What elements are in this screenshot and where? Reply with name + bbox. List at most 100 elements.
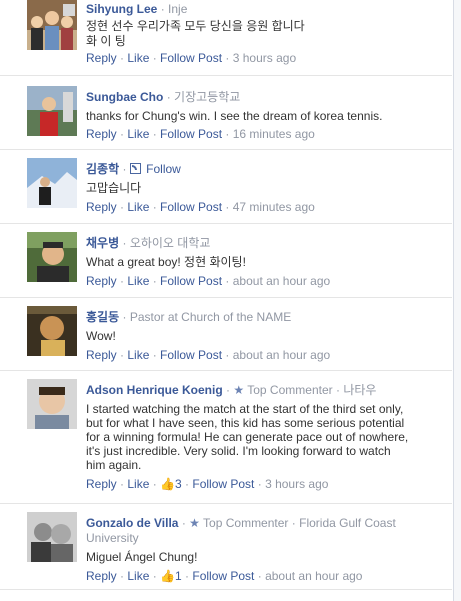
like-link[interactable]: Like: [127, 127, 149, 141]
author-affiliation[interactable]: 오하이오 대학교: [130, 236, 211, 250]
avatar[interactable]: [27, 0, 77, 50]
timestamp[interactable]: about an hour ago: [233, 348, 330, 362]
author-affiliation[interactable]: 기장고등학교: [174, 90, 240, 104]
comment-line: it's just incredible. Very solid. I'm lo…: [86, 444, 391, 458]
comment-line: 정현 선수 우리가족 모두 당신을 응원 합니다: [86, 19, 305, 33]
comment-actions: Reply · Like · Follow Post · about an ho…: [86, 348, 331, 362]
author-name[interactable]: Gonzalo de Villa: [86, 516, 178, 530]
separator: ·: [122, 162, 130, 176]
author-affiliation[interactable]: Pastor at Church of the NAME: [130, 310, 291, 324]
follow-post-link[interactable]: Follow Post: [160, 51, 222, 65]
comment-actions: Reply · Like · Follow Post · 16 minutes …: [86, 127, 315, 141]
comment-text: Wow!: [86, 329, 452, 344]
comment-item: 채우병 · 오하이오 대학교 What a great boy! 정현 화이팅!…: [0, 224, 452, 298]
reply-link[interactable]: Reply: [86, 348, 117, 362]
comment-line: for a winning formula! He can generate p…: [86, 430, 409, 444]
timestamp[interactable]: about an hour ago: [265, 569, 362, 583]
comment-actions: Reply · Like · Follow Post · about an ho…: [86, 274, 331, 288]
reply-link[interactable]: Reply: [86, 569, 117, 583]
comment-actions: Reply · Like · Follow Post · 3 hours ago: [86, 51, 297, 65]
timestamp[interactable]: 47 minutes ago: [233, 200, 315, 214]
follow-post-link[interactable]: Follow Post: [160, 127, 222, 141]
avatar[interactable]: [27, 86, 77, 136]
avatar[interactable]: [27, 232, 77, 282]
comment-text: 정현 선수 우리가족 모두 당신을 응원 합니다 화 이 팅: [86, 19, 452, 49]
comment-line: Wow!: [86, 329, 116, 343]
follow-post-link[interactable]: Follow Post: [160, 348, 222, 362]
comment-actions: Reply · Like · 👍3 · Follow Post · 3 hour…: [86, 477, 329, 491]
comment-text: What a great boy! 정현 화이팅!: [86, 255, 452, 270]
like-link[interactable]: Like: [127, 200, 149, 214]
separator: ·: [166, 90, 175, 104]
scrollbar-track[interactable]: [453, 0, 461, 601]
top-commenter-badge[interactable]: Top Commenter: [203, 516, 288, 530]
avatar[interactable]: [27, 306, 77, 356]
avatar[interactable]: [27, 379, 77, 429]
separator: ·: [160, 2, 169, 16]
timestamp[interactable]: 3 hours ago: [265, 477, 328, 491]
reply-link[interactable]: Reply: [86, 51, 117, 65]
follow-post-link[interactable]: Follow Post: [192, 477, 254, 491]
reply-link[interactable]: Reply: [86, 274, 117, 288]
author-affiliation[interactable]: Florida Gulf Coast: [299, 516, 396, 530]
thumbs-up-icon[interactable]: 👍: [160, 569, 175, 583]
comment-item: Sihyung Lee · Inje 정현 선수 우리가족 모두 당신을 응원 …: [0, 0, 452, 76]
reply-link[interactable]: Reply: [86, 127, 117, 141]
comment-item: 홍길동 · Pastor at Church of the NAME Wow! …: [0, 298, 452, 371]
star-icon: ★: [189, 516, 200, 530]
comment-text: thanks for Chung's win. I see the dream …: [86, 109, 452, 124]
top-commenter-badge[interactable]: Top Commenter: [247, 383, 332, 397]
author-name[interactable]: 채우병: [86, 236, 119, 250]
author-affiliation-cont[interactable]: University: [86, 531, 452, 546]
comment-line: 고맙습니다: [86, 181, 142, 195]
comment-line: 화 이 팅: [86, 34, 126, 48]
author-name[interactable]: Sihyung Lee: [86, 2, 157, 16]
comment-line: thanks for Chung's win. I see the dream …: [86, 109, 383, 123]
author-affiliation[interactable]: 나타우: [343, 383, 376, 397]
comment-line: but for what I have seen, this kid has s…: [86, 416, 405, 430]
comment-text: I started watching the match at the star…: [86, 402, 452, 472]
reply-link[interactable]: Reply: [86, 477, 117, 491]
separator: ·: [291, 516, 300, 530]
like-link[interactable]: Like: [127, 348, 149, 362]
author-name[interactable]: Adson Henrique Koenig: [86, 383, 223, 397]
timestamp[interactable]: about an hour ago: [233, 274, 330, 288]
comment-line: him again.: [86, 458, 142, 472]
follow-post-link[interactable]: Follow Post: [192, 569, 254, 583]
reply-link[interactable]: Reply: [86, 200, 117, 214]
author-name[interactable]: Sungbae Cho: [86, 90, 163, 104]
like-count[interactable]: 1: [175, 569, 182, 583]
like-link[interactable]: Like: [127, 274, 149, 288]
like-link[interactable]: Like: [127, 477, 149, 491]
like-link[interactable]: Like: [127, 569, 149, 583]
timestamp[interactable]: 16 minutes ago: [233, 127, 315, 141]
separator: ·: [122, 236, 130, 250]
like-count[interactable]: 3: [175, 477, 182, 491]
comment-text: Miguel Ángel Chung!: [86, 550, 452, 565]
comment-text: 고맙습니다: [86, 181, 452, 196]
comment-actions: Reply · Like · Follow Post · 47 minutes …: [86, 200, 315, 214]
avatar[interactable]: [27, 512, 77, 562]
timestamp[interactable]: 3 hours ago: [233, 51, 296, 65]
author-name[interactable]: 김종학: [86, 162, 119, 176]
comment-actions: Reply · Like · 👍1 · Follow Post · about …: [86, 569, 363, 583]
comment-item: Sungbae Cho · 기장고등학교 thanks for Chung's …: [0, 76, 452, 150]
separator: ·: [122, 310, 130, 324]
comment-item: Adson Henrique Koenig · ★ Top Commenter …: [0, 371, 452, 504]
author-affiliation[interactable]: Inje: [168, 2, 187, 16]
avatar[interactable]: [27, 158, 77, 208]
follow-link[interactable]: Follow: [146, 162, 181, 176]
comment-item: Gonzalo de Villa · ★ Top Commenter · Flo…: [0, 504, 452, 590]
comment-line: What a great boy! 정현 화이팅!: [86, 255, 246, 269]
follow-post-link[interactable]: Follow Post: [160, 200, 222, 214]
like-link[interactable]: Like: [127, 51, 149, 65]
comment-line: Miguel Ángel Chung!: [86, 550, 198, 564]
follow-post-link[interactable]: Follow Post: [160, 274, 222, 288]
comment-item: 김종학 · Follow 고맙습니다 Reply · Like · Follow…: [0, 150, 452, 224]
rss-icon: [129, 163, 141, 174]
comment-line: I started watching the match at the star…: [86, 402, 404, 416]
thumbs-up-icon[interactable]: 👍: [160, 477, 175, 491]
star-icon: ★: [233, 383, 245, 397]
comment-feed: Sihyung Lee · Inje 정현 선수 우리가족 모두 당신을 응원 …: [0, 0, 452, 590]
author-name[interactable]: 홍길동: [86, 310, 119, 324]
